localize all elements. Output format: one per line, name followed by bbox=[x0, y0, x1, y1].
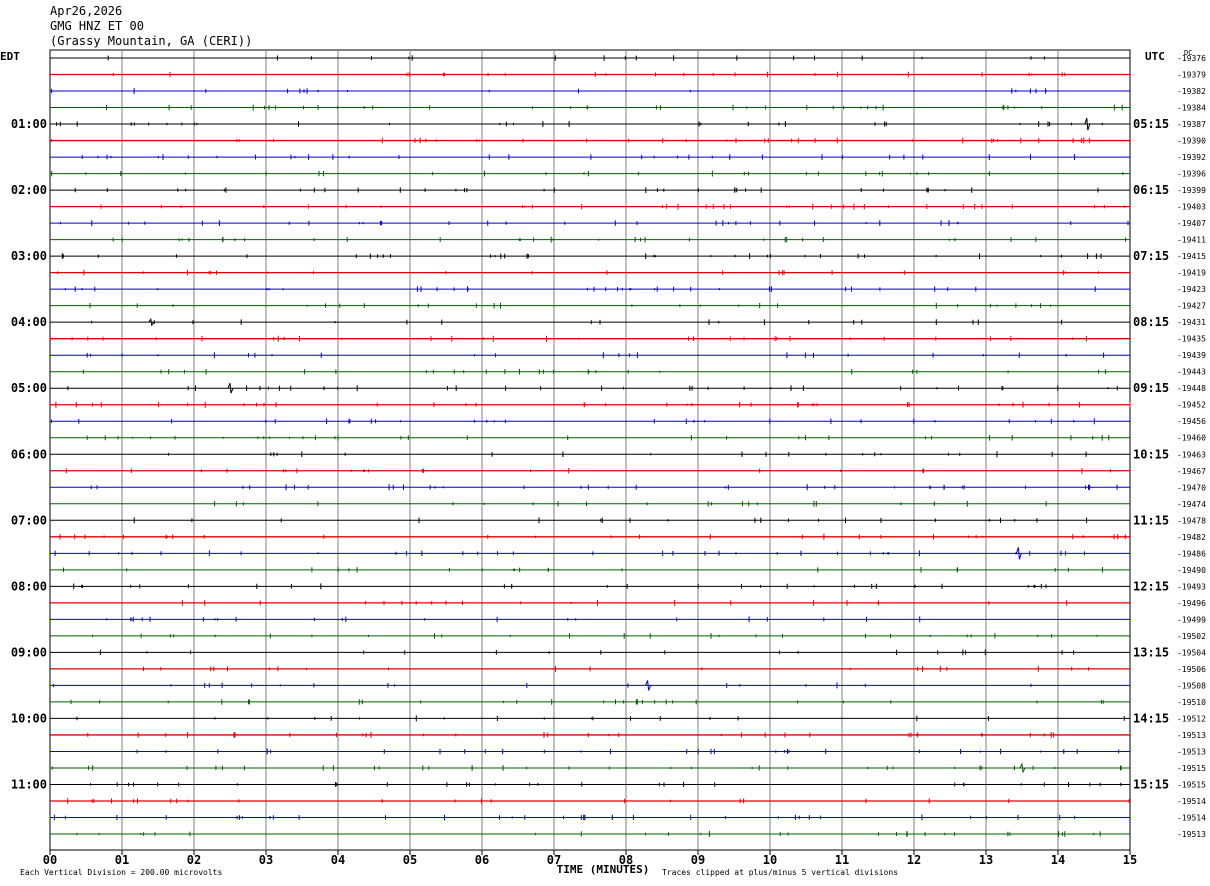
right-hour-label: 11:15 bbox=[1133, 513, 1169, 527]
left-hour-label: 10:00 bbox=[11, 711, 47, 725]
dc-offset-label: -19478 bbox=[1177, 516, 1206, 525]
x-tick-label: 15 bbox=[1123, 853, 1137, 867]
dc-offset-label: -19490 bbox=[1177, 566, 1206, 575]
clip-note: Traces clipped at plus/minus 5 vertical … bbox=[662, 868, 898, 877]
left-hour-label: 04:00 bbox=[11, 315, 47, 329]
x-tick-label: 01 bbox=[115, 853, 129, 867]
dc-offset-label: -19411 bbox=[1177, 236, 1206, 245]
dc-offset-label: -19396 bbox=[1177, 170, 1206, 179]
dc-offset-label: -19431 bbox=[1177, 318, 1206, 327]
x-axis-title: TIME (MINUTES) bbox=[557, 863, 650, 876]
dc-offset-label: -19470 bbox=[1177, 483, 1206, 492]
left-hour-label: 09:00 bbox=[11, 645, 47, 659]
right-hour-label: 07:15 bbox=[1133, 249, 1169, 263]
x-tick-label: 06 bbox=[475, 853, 489, 867]
dc-offset-label: -19415 bbox=[1177, 252, 1206, 261]
dc-offset-label: -19512 bbox=[1177, 714, 1206, 723]
x-tick-label: 13 bbox=[979, 853, 993, 867]
left-hour-label: 03:00 bbox=[11, 249, 47, 263]
right-hour-label: 15:15 bbox=[1133, 777, 1169, 791]
dc-offset-label: -19382 bbox=[1177, 87, 1206, 96]
right-hour-label: 13:15 bbox=[1133, 645, 1169, 659]
dc-offset-label: -19482 bbox=[1177, 533, 1206, 542]
plot-frame bbox=[49, 49, 1131, 851]
dc-offset-label: -19504 bbox=[1177, 648, 1206, 657]
dc-offset-label: -19496 bbox=[1177, 599, 1206, 608]
dc-offset-label: -19514 bbox=[1177, 797, 1206, 806]
x-tick-label: 02 bbox=[187, 853, 201, 867]
right-hour-label: 08:15 bbox=[1133, 315, 1169, 329]
dc-header-label: DC bbox=[1184, 49, 1192, 57]
x-tick-label: 05 bbox=[403, 853, 417, 867]
x-tick-label: 00 bbox=[43, 853, 57, 867]
dc-offset-label: -19493 bbox=[1177, 582, 1206, 591]
dc-offset-label: -19467 bbox=[1177, 467, 1206, 476]
dc-offset-label: -19407 bbox=[1177, 219, 1206, 228]
dc-offset-label: -19423 bbox=[1177, 285, 1206, 294]
dc-offset-label: -19448 bbox=[1177, 384, 1206, 393]
x-tick-label: 11 bbox=[835, 853, 849, 867]
right-hour-label: 14:15 bbox=[1133, 711, 1169, 725]
dc-offset-label: -19456 bbox=[1177, 417, 1206, 426]
dc-offset-label: -19399 bbox=[1177, 186, 1206, 195]
right-hour-label: 06:15 bbox=[1133, 183, 1169, 197]
dc-offset-label: -19513 bbox=[1177, 731, 1206, 740]
right-timezone-label: UTC bbox=[1145, 50, 1165, 63]
seismogram-plot: -19376-19379-19382-19384-19387-19390-193… bbox=[0, 49, 1206, 877]
dc-offset-label: -19510 bbox=[1177, 698, 1206, 707]
dc-offset-label: -19384 bbox=[1177, 104, 1206, 113]
x-tick-label: 14 bbox=[1051, 853, 1065, 867]
dc-offset-label: -19460 bbox=[1177, 434, 1206, 443]
dc-offset-label: -19419 bbox=[1177, 269, 1206, 278]
x-tick-label: 04 bbox=[331, 853, 345, 867]
scale-note: Each Vertical Division = 200.00 microvol… bbox=[20, 868, 222, 877]
dc-offset-label: -19514 bbox=[1177, 813, 1206, 822]
dc-offset-label: -19499 bbox=[1177, 615, 1206, 624]
dc-offset-label: -19435 bbox=[1177, 335, 1206, 344]
x-tick-label: 03 bbox=[259, 853, 273, 867]
dc-offset-label: -19427 bbox=[1177, 302, 1206, 311]
dc-offset-label: -19392 bbox=[1177, 153, 1206, 162]
dc-offset-label: -19486 bbox=[1177, 549, 1206, 558]
x-tick-label: 10 bbox=[763, 853, 777, 867]
dc-offset-label: -19379 bbox=[1177, 71, 1206, 80]
dc-offset-label: -19502 bbox=[1177, 632, 1206, 641]
left-hour-label: 08:00 bbox=[11, 579, 47, 593]
dc-offset-label: -19506 bbox=[1177, 665, 1206, 674]
left-hour-label: 01:00 bbox=[11, 117, 47, 131]
dc-offset-label: -19474 bbox=[1177, 500, 1206, 509]
dc-offset-label: -19439 bbox=[1177, 351, 1206, 360]
dc-offset-label: -19513 bbox=[1177, 747, 1206, 756]
dc-offset-label: -19452 bbox=[1177, 401, 1206, 410]
x-tick-label: 09 bbox=[691, 853, 705, 867]
left-hour-label: 02:00 bbox=[11, 183, 47, 197]
dc-offset-label: -19508 bbox=[1177, 681, 1206, 690]
right-hour-label: 05:15 bbox=[1133, 117, 1169, 131]
left-timezone-label: EDT bbox=[0, 50, 20, 63]
dc-offset-label: -19515 bbox=[1177, 764, 1206, 773]
right-hour-label: 10:15 bbox=[1133, 447, 1169, 461]
x-tick-label: 12 bbox=[907, 853, 921, 867]
dc-offset-label: -19403 bbox=[1177, 203, 1206, 212]
dc-offset-label: -19463 bbox=[1177, 450, 1206, 459]
left-hour-label: 05:00 bbox=[11, 381, 47, 395]
left-hour-label: 06:00 bbox=[11, 447, 47, 461]
dc-offset-label: -19513 bbox=[1177, 830, 1206, 839]
dc-offset-label: -19387 bbox=[1177, 120, 1206, 129]
left-hour-label: 07:00 bbox=[11, 513, 47, 527]
right-hour-label: 12:15 bbox=[1133, 579, 1169, 593]
dc-offset-label: -19515 bbox=[1177, 780, 1206, 789]
right-hour-label: 09:15 bbox=[1133, 381, 1169, 395]
dc-offset-label: -19443 bbox=[1177, 368, 1206, 377]
dc-offset-label: -19390 bbox=[1177, 137, 1206, 146]
left-hour-label: 11:00 bbox=[11, 777, 47, 791]
